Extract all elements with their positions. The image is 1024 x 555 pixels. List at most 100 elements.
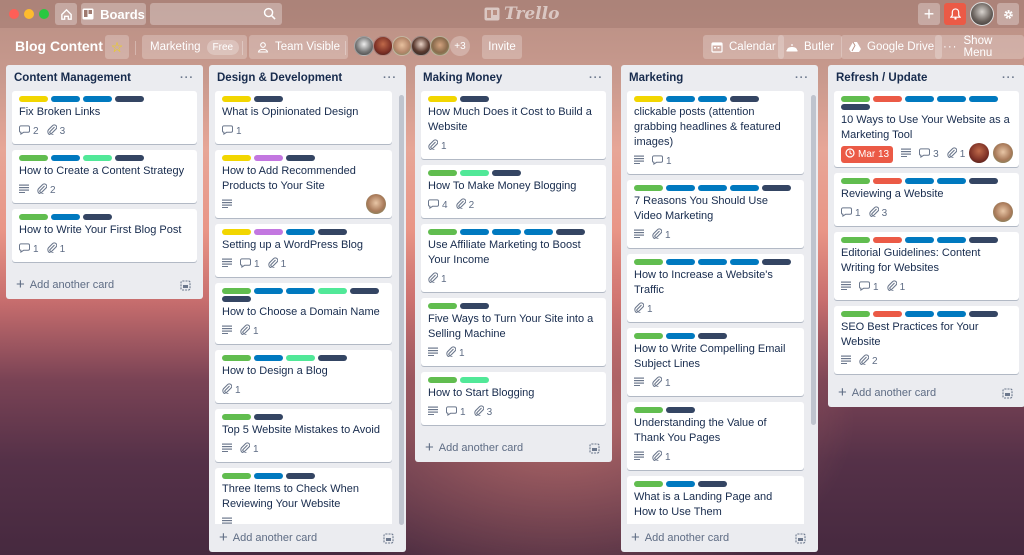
label-yellow[interactable]: [428, 96, 457, 102]
list-title[interactable]: Content Management: [14, 72, 131, 84]
card[interactable]: Five Ways to Turn Your Site into a Selli…: [421, 298, 606, 366]
card[interactable]: How to Create a Content Strategy 2: [12, 150, 197, 203]
label-blue[interactable]: [937, 96, 966, 102]
label-yellow[interactable]: [19, 96, 48, 102]
card[interactable]: Editorial Guidelines: Content Writing fo…: [834, 232, 1019, 300]
label-green[interactable]: [222, 288, 251, 294]
label-green[interactable]: [19, 155, 48, 161]
card[interactable]: How to Increase a Website's Traffic 1: [627, 254, 804, 322]
add-card-button[interactable]: + Add another card: [828, 379, 1024, 407]
label-blue[interactable]: [905, 178, 934, 184]
label-green[interactable]: [428, 170, 457, 176]
card[interactable]: How to Write Compelling Email Subject Li…: [627, 328, 804, 396]
list-menu-icon[interactable]: ···: [795, 72, 809, 84]
list-menu-icon[interactable]: ···: [1002, 72, 1016, 84]
label-green[interactable]: [428, 377, 457, 383]
label-navy[interactable]: [460, 303, 489, 309]
card[interactable]: How to Write Your First Blog Post 1 1: [12, 209, 197, 262]
label-blue[interactable]: [286, 288, 315, 294]
label-green[interactable]: [222, 414, 251, 420]
list-title[interactable]: Marketing: [629, 72, 683, 84]
google-drive-button[interactable]: Google Drive: [841, 35, 943, 59]
card[interactable]: Three Items to Check When Reviewing Your…: [215, 468, 392, 524]
team-button[interactable]: Marketing Free: [142, 35, 248, 59]
label-red[interactable]: [873, 237, 902, 243]
zoom-window-button[interactable]: [39, 9, 49, 19]
member-avatar[interactable]: [430, 36, 450, 56]
boards-button[interactable]: Boards: [81, 3, 146, 25]
label-green[interactable]: [428, 303, 457, 309]
card-template-icon[interactable]: [795, 532, 806, 544]
label-navy[interactable]: [318, 229, 347, 235]
user-avatar[interactable]: [970, 2, 994, 26]
label-navy[interactable]: [254, 96, 283, 102]
label-blue[interactable]: [666, 96, 695, 102]
label-navy[interactable]: [556, 229, 585, 235]
label-yellow[interactable]: [222, 229, 251, 235]
label-blue[interactable]: [666, 333, 695, 339]
card[interactable]: How to Start Blogging 1 3: [421, 372, 606, 425]
label-green[interactable]: [428, 229, 457, 235]
card[interactable]: Use Affiliate Marketing to Boost Your In…: [421, 224, 606, 292]
add-card-button[interactable]: + Add another card: [6, 271, 203, 299]
visibility-button[interactable]: Team Visible: [249, 35, 348, 59]
label-yellow[interactable]: [222, 96, 251, 102]
label-blue[interactable]: [51, 214, 80, 220]
card[interactable]: 10 Ways to Use Your Website as a Marketi…: [834, 91, 1019, 167]
card[interactable]: Understanding the Value of Thank You Pag…: [627, 402, 804, 470]
member-avatar[interactable]: [392, 36, 412, 56]
label-blue[interactable]: [254, 288, 283, 294]
label-blue[interactable]: [83, 96, 112, 102]
label-purple[interactable]: [254, 155, 283, 161]
card[interactable]: How to Add Recommended Products to Your …: [215, 150, 392, 218]
label-navy[interactable]: [83, 214, 112, 220]
member-avatar[interactable]: [993, 143, 1013, 163]
due-date-badge[interactable]: Mar 13: [841, 145, 894, 163]
list-scrollbar[interactable]: [811, 95, 816, 425]
label-red[interactable]: [873, 96, 902, 102]
label-navy[interactable]: [222, 296, 251, 302]
list-title[interactable]: Making Money: [423, 72, 502, 84]
add-card-button[interactable]: + Add another card: [415, 434, 612, 462]
label-blue[interactable]: [51, 96, 80, 102]
card[interactable]: 7 Reasons You Should Use Video Marketing…: [627, 180, 804, 248]
show-menu-button[interactable]: ··· Show Menu: [935, 35, 1024, 59]
label-green[interactable]: [222, 355, 251, 361]
label-blue[interactable]: [666, 185, 695, 191]
calendar-button[interactable]: Calendar: [703, 35, 784, 59]
label-navy[interactable]: [969, 178, 998, 184]
list-scrollbar[interactable]: [399, 95, 404, 525]
more-members-button[interactable]: +3: [450, 36, 470, 56]
label-navy[interactable]: [254, 414, 283, 420]
card[interactable]: Top 5 Website Mistakes to Avoid 1: [215, 409, 392, 462]
label-navy[interactable]: [969, 311, 998, 317]
label-navy[interactable]: [698, 481, 727, 487]
list-menu-icon[interactable]: ···: [383, 72, 397, 84]
label-lime[interactable]: [286, 355, 315, 361]
search-input[interactable]: [150, 3, 282, 25]
label-lime[interactable]: [83, 155, 112, 161]
label-navy[interactable]: [762, 185, 791, 191]
label-blue[interactable]: [730, 185, 759, 191]
add-card-button[interactable]: + Add another card: [621, 524, 818, 552]
label-lime[interactable]: [460, 377, 489, 383]
card-template-icon[interactable]: [1002, 387, 1013, 399]
close-window-button[interactable]: [9, 9, 19, 19]
label-blue[interactable]: [666, 481, 695, 487]
label-blue[interactable]: [937, 311, 966, 317]
member-avatar[interactable]: [969, 143, 989, 163]
card-template-icon[interactable]: [383, 532, 394, 544]
card[interactable]: What is Opinionated Design 1: [215, 91, 392, 144]
label-blue[interactable]: [905, 311, 934, 317]
label-lime[interactable]: [460, 170, 489, 176]
card[interactable]: How to Choose a Domain Name 1: [215, 283, 392, 344]
trello-logo[interactable]: Trello: [484, 4, 559, 24]
label-green[interactable]: [634, 333, 663, 339]
label-navy[interactable]: [841, 104, 870, 110]
label-blue[interactable]: [969, 96, 998, 102]
list-title[interactable]: Design & Development: [217, 72, 342, 84]
label-navy[interactable]: [350, 288, 379, 294]
label-green[interactable]: [634, 185, 663, 191]
label-blue[interactable]: [666, 259, 695, 265]
settings-button[interactable]: [997, 3, 1019, 25]
